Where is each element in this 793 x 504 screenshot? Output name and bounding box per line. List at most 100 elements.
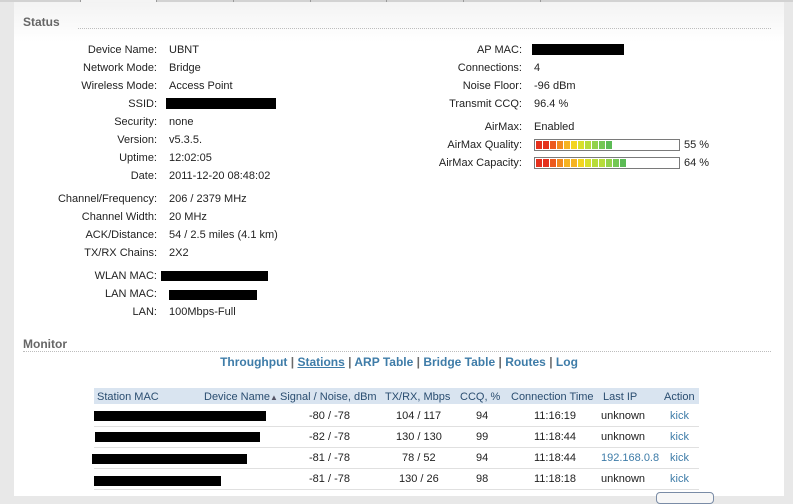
noise-floor-label: Noise Floor: [462,80,522,92]
lan-mac-redaction [169,290,257,300]
station-mac-redaction [94,411,266,421]
lan-label: LAN: [132,306,157,318]
section-divider [78,28,771,29]
wireless-mode-label: Wireless Mode: [81,80,157,92]
security-value: none [169,116,194,128]
col-connection-time[interactable]: Connection Time [511,391,594,403]
status-section-title: Status [23,15,60,29]
lan-value: 100Mbps-Full [169,306,236,318]
ccq-cell: 98 [476,473,489,485]
transmit-ccq-value: 96.4 % [534,98,569,110]
airmax-capacity-bar [534,157,680,169]
airmax-quality-bar [534,139,680,151]
level-segment [585,159,591,167]
level-segment [578,141,584,149]
signal-cell: -81 / -78 [309,452,350,464]
col-ccq[interactable]: CCQ, % [460,391,500,403]
station-mac-redaction [95,432,260,442]
last-ip-cell: unknown [601,410,646,422]
ap-mac-label: AP MAC: [476,44,522,56]
ack-distance-value: 54 / 2.5 miles (4.1 km) [169,229,278,241]
level-segment [543,159,549,167]
network-mode-label: Network Mode: [83,62,157,74]
connection-time-cell: 11:18:44 [534,431,577,443]
nav-separator: | [290,355,295,369]
channel-frequency-label: Channel/Frequency: [57,193,157,205]
nav-throughput[interactable]: Throughput [220,355,287,369]
connections-value: 4 [534,62,541,74]
channel-width-value: 20 MHz [169,211,207,223]
level-segment [536,159,542,167]
channel-frequency-value: 206 / 2379 MHz [169,193,247,205]
level-segment [592,159,598,167]
version-label: Version: [117,134,157,146]
device-name-label: Device Name: [87,44,157,56]
level-segment [536,141,542,149]
ssid-label: SSID: [128,98,157,110]
txrx-chains-value: 2X2 [169,247,189,259]
monitor-nav: Throughput | Stations | ARP Table | Brid… [14,355,784,369]
level-segment [620,159,626,167]
wireless-mode-value: Access Point [169,80,233,92]
level-segment [564,141,570,149]
security-label: Security: [114,116,157,128]
level-segment [599,141,605,149]
sort-asc-icon: ▲ [270,393,278,402]
level-segment [578,159,584,167]
last-ip-link[interactable]: 192.168.0.8 [601,452,659,464]
level-segment [557,141,563,149]
level-segment [557,159,563,167]
ap-mac-redaction [532,44,624,55]
monitor-section-title: Monitor [23,337,67,351]
airmax-capacity-label: AirMax Capacity: [438,157,522,169]
level-segment [606,141,612,149]
signal-cell: -80 / -78 [309,410,350,422]
ssid-redaction [166,98,276,109]
nav-arp-table[interactable]: ARP Table [354,355,413,369]
level-segment [585,141,591,149]
col-station-mac[interactable]: Station MAC [97,391,159,403]
channel-width-label: Channel Width: [81,211,157,223]
date-value: 2011-12-20 08:48:02 [169,170,271,182]
nav-log[interactable]: Log [556,355,578,369]
nav-routes[interactable]: Routes [505,355,546,369]
kick-link[interactable]: kick [670,452,689,464]
kick-link[interactable]: kick [670,431,689,443]
txrx-cell: 130 / 130 [396,431,442,443]
last-ip-cell: unknown [601,473,646,485]
txrx-chains-label: TX/RX Chains: [84,247,157,259]
signal-cell: -82 / -78 [309,431,350,443]
refresh-button[interactable] [656,492,714,504]
nav-bridge-table[interactable]: Bridge Table [423,355,495,369]
kick-link[interactable]: kick [670,410,689,422]
col-action: Action [664,391,695,403]
wlan-mac-redaction [161,271,268,281]
level-segment [606,159,612,167]
ccq-cell: 94 [476,452,489,464]
date-label: Date: [130,170,157,182]
nav-separator: | [498,355,502,369]
txrx-cell: 130 / 26 [399,473,439,485]
signal-cell: -81 / -78 [309,473,350,485]
txrx-cell: 104 / 117 [396,410,442,422]
connection-time-cell: 11:18:18 [534,473,577,485]
nav-stations[interactable]: Stations [297,355,344,369]
txrx-cell: 78 / 52 [402,452,436,464]
device-name-value: UBNT [169,44,199,56]
col-txrx[interactable]: TX/RX, Mbps [385,391,450,403]
uptime-label: Uptime: [119,152,157,164]
airmax-capacity-value: 64 % [684,157,710,169]
col-device-name[interactable]: Device Name▲ [204,391,278,403]
ccq-cell: 94 [476,410,489,422]
page-panel: Status Device Name: UBNT Network Mode: B… [14,2,784,504]
station-mac-redaction [94,476,221,486]
airmax-quality-value: 55 % [684,139,710,151]
transmit-ccq-label: Transmit CCQ: [449,98,522,110]
col-signal-noise[interactable]: Signal / Noise, dBm [280,391,377,403]
level-segment [613,159,619,167]
kick-link[interactable]: kick [670,473,689,485]
col-last-ip[interactable]: Last IP [603,391,637,403]
connection-time-cell: 11:18:44 [534,452,577,464]
col-device-name-label: Device Name [204,391,271,403]
uptime-value: 12:02:05 [169,152,212,164]
